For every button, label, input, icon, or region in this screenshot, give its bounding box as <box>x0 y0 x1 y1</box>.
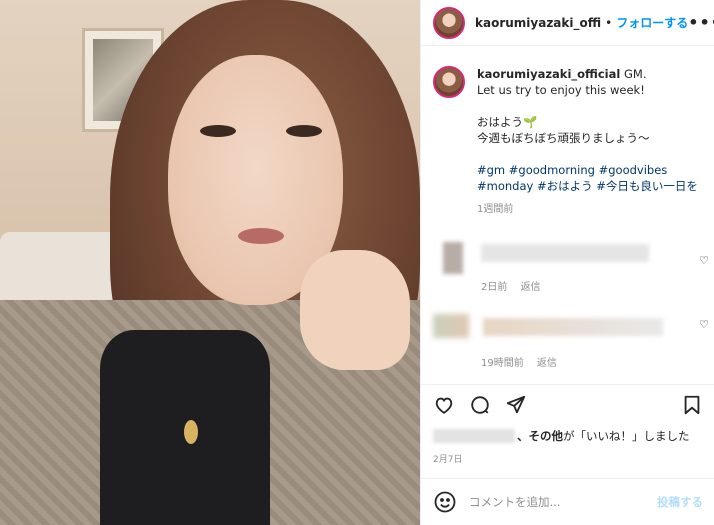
header-username[interactable]: kaorumiyazaki_offi <box>475 16 601 30</box>
comment-avatar[interactable] <box>433 314 469 338</box>
post-header: kaorumiyazaki_offi • フォローする ••• <box>421 0 714 46</box>
bookmark-icon[interactable] <box>667 393 703 417</box>
likes-suffix: が「いいね！」しました <box>563 429 690 443</box>
post-photo[interactable] <box>0 0 420 525</box>
caption-body: kaorumiyazaki_official GM. Let us try to… <box>477 66 698 218</box>
follow-button[interactable]: フォローする <box>616 14 688 31</box>
share-icon[interactable] <box>505 393 541 417</box>
header-separator: • <box>605 15 613 30</box>
photo-eye-left <box>200 125 236 137</box>
post-side-panel: kaorumiyazaki_offi • フォローする ••• kaorumiy… <box>420 0 714 525</box>
more-options-icon[interactable]: ••• <box>688 13 714 32</box>
likes-user-redacted[interactable] <box>433 429 515 443</box>
avatar[interactable] <box>433 6 465 39</box>
photo-eye-right <box>286 125 322 137</box>
comment-input[interactable] <box>469 495 657 509</box>
comment-reply-button[interactable]: 返信 <box>537 358 557 369</box>
photo-pendant <box>184 420 198 444</box>
likes-summary: 、その他 が「いいね！」しました <box>433 428 713 444</box>
caption-text-line4: 今週もぼちぼち頑張りましょう〜 <box>477 131 650 145</box>
comment-reply-button[interactable]: 返信 <box>521 282 541 293</box>
comment-meta: 2日前 返信 <box>481 278 541 293</box>
comment-item: ♡ 19時間前 返信 <box>433 312 709 372</box>
comment-meta: 19時間前 返信 <box>481 354 557 369</box>
comment-text-redacted <box>483 318 663 336</box>
caption-hashtags-2[interactable]: #monday #おはよう #今日も良い一日を <box>477 178 698 194</box>
photo-hand <box>300 250 410 370</box>
comment-time[interactable]: 19時間前 <box>481 358 524 369</box>
emoji-icon[interactable] <box>433 490 457 514</box>
comment-icon[interactable] <box>469 393 505 417</box>
caption-avatar[interactable] <box>433 66 465 98</box>
caption-first-line: kaorumiyazaki_official GM. <box>477 66 698 82</box>
caption: kaorumiyazaki_official GM. Let us try to… <box>433 66 705 218</box>
caption-timestamp[interactable]: 1週間前 <box>477 202 698 218</box>
post-date[interactable]: 2月7日 <box>433 452 462 465</box>
comment-avatar[interactable] <box>443 242 463 274</box>
caption-hashtags-1[interactable]: #gm #goodmorning #goodvibes <box>477 162 698 178</box>
photo-lips <box>238 228 284 244</box>
action-bar <box>421 384 714 424</box>
comment-like-icon[interactable]: ♡ <box>699 318 709 331</box>
comment-like-icon[interactable]: ♡ <box>699 254 709 267</box>
comment-bar: 投稿する <box>421 478 714 525</box>
caption-username[interactable]: kaorumiyazaki_official <box>477 67 620 81</box>
heart-icon[interactable] <box>433 393 469 417</box>
comment-time[interactable]: 2日前 <box>481 282 507 293</box>
comment-item: ♡ 2日前 返信 <box>433 242 709 302</box>
likes-others-link[interactable]: 、その他 <box>517 428 563 444</box>
post-comment-button[interactable]: 投稿する <box>657 494 703 510</box>
caption-text-line2: Let us try to enjoy this week! <box>477 83 645 97</box>
caption-text-gm: GM. <box>624 67 647 81</box>
comment-text-redacted <box>481 244 649 262</box>
caption-text-line3: おはよう🌱 <box>477 115 538 129</box>
